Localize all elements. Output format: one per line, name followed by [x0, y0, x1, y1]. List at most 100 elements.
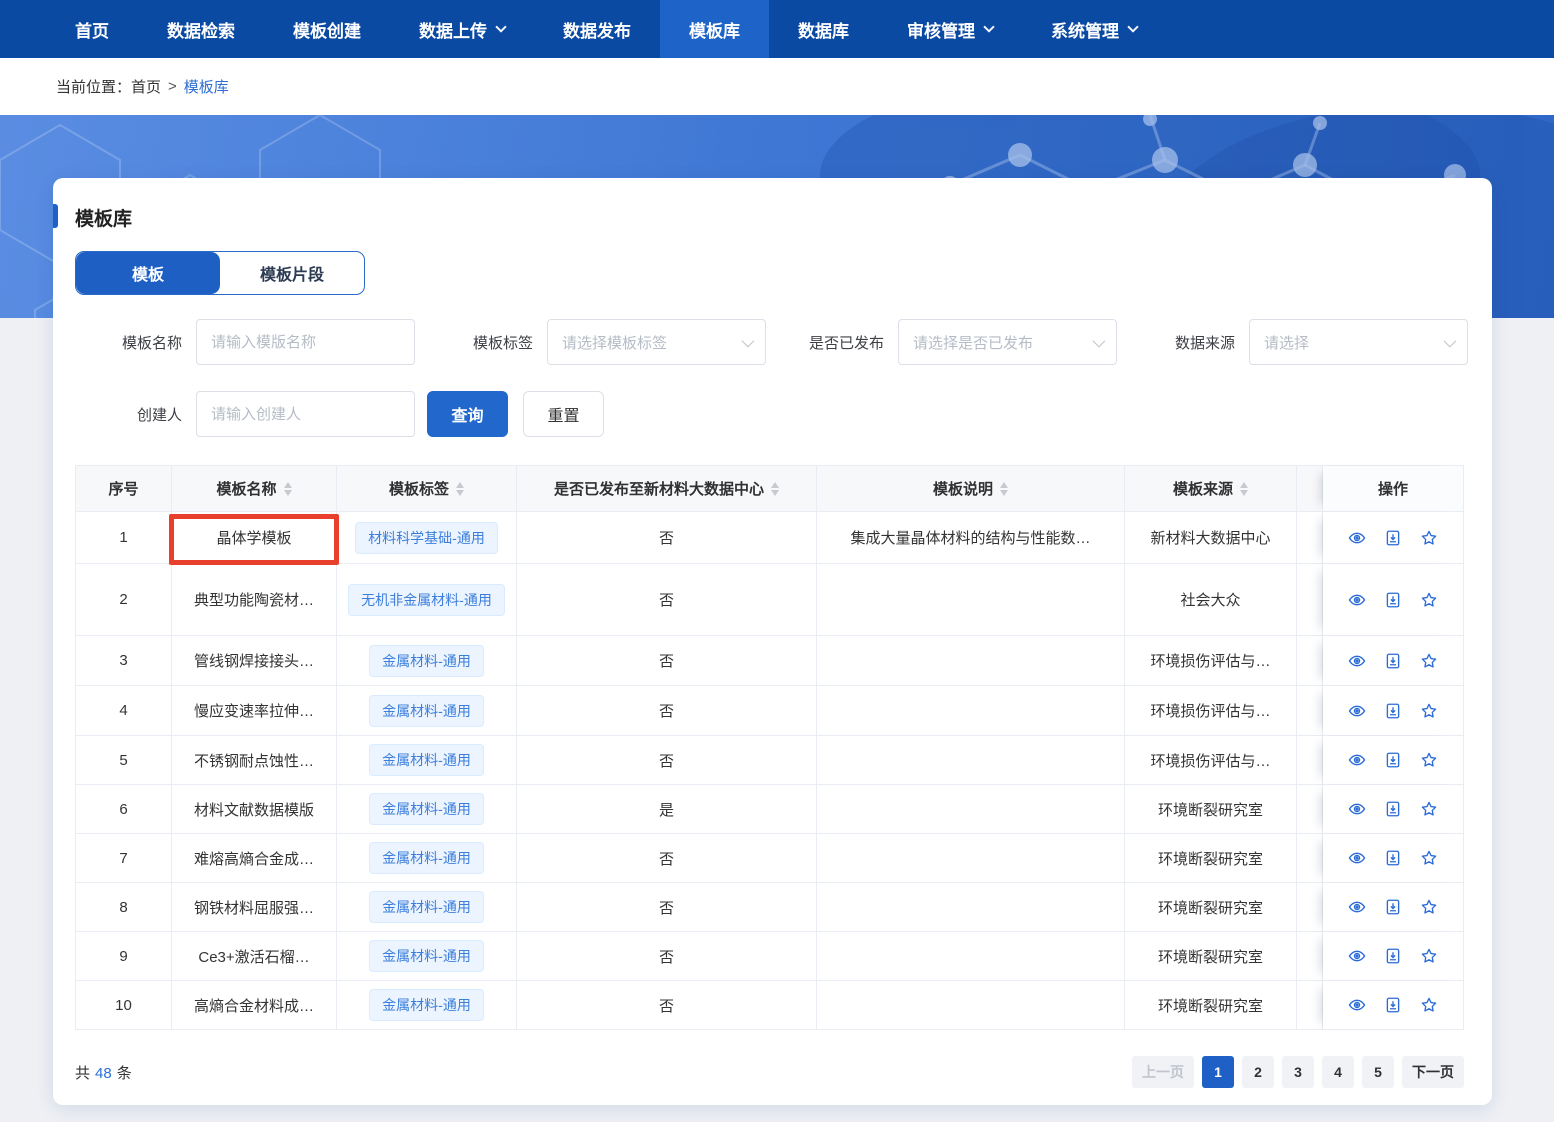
download-action-button[interactable]	[1384, 652, 1402, 670]
nav-item-数据发布[interactable]: 数据发布	[534, 0, 660, 58]
eye-icon	[1348, 591, 1366, 609]
column-header-模板标签[interactable]: 模板标签	[337, 466, 517, 512]
sort-carets-icon	[456, 482, 464, 496]
nav-item-审核管理[interactable]: 审核管理	[878, 0, 1022, 58]
cell-spacer	[1297, 512, 1323, 564]
download-action-button[interactable]	[1384, 529, 1402, 547]
data-source-select[interactable]: 请选择	[1249, 319, 1468, 365]
view-action-button[interactable]	[1348, 898, 1366, 916]
nav-item-系统管理[interactable]: 系统管理	[1022, 0, 1166, 58]
download-action-button[interactable]	[1384, 591, 1402, 609]
nav-item-数据检索[interactable]: 数据检索	[138, 0, 264, 58]
download-action-button[interactable]	[1384, 947, 1402, 965]
cell-template-name: 钢铁材料屈服强…	[172, 883, 337, 932]
cell-spacer	[1297, 564, 1323, 636]
favorite-action-button[interactable]	[1420, 529, 1438, 547]
cell-source: 环境损伤评估与…	[1125, 736, 1297, 785]
filter-row-1: 模板名称 模板标签 请选择模板标签 是否已发布 请选择是否已发布 数据来源 请选…	[75, 319, 1470, 365]
breadcrumb-current-link[interactable]: 模板库	[184, 76, 229, 97]
nav-item-数据库[interactable]: 数据库	[769, 0, 878, 58]
view-action-button[interactable]	[1348, 702, 1366, 720]
template-tag-badge: 金属材料-通用	[369, 695, 484, 727]
favorite-action-button[interactable]	[1420, 591, 1438, 609]
page-button-2[interactable]: 2	[1242, 1056, 1274, 1088]
cell-published: 否	[517, 932, 817, 981]
view-action-button[interactable]	[1348, 947, 1366, 965]
caret-up-icon	[456, 482, 464, 488]
download-icon	[1384, 529, 1402, 547]
cell-spacer	[1297, 932, 1323, 981]
download-action-button[interactable]	[1384, 751, 1402, 769]
page-button-1[interactable]: 1	[1202, 1056, 1234, 1088]
download-icon	[1384, 591, 1402, 609]
cell-index: 2	[76, 564, 172, 636]
favorite-action-button[interactable]	[1420, 898, 1438, 916]
view-action-button[interactable]	[1348, 996, 1366, 1014]
favorite-action-button[interactable]	[1420, 702, 1438, 720]
creator-input[interactable]	[196, 391, 415, 437]
column-header-模板来源[interactable]: 模板来源	[1125, 466, 1297, 512]
next-page-button[interactable]: 下一页	[1402, 1056, 1464, 1088]
reset-button[interactable]: 重置	[523, 391, 604, 437]
favorite-action-button[interactable]	[1420, 996, 1438, 1014]
star-icon	[1420, 702, 1438, 720]
template-name-text: 钢铁材料屈服强…	[194, 897, 314, 918]
nav-item-首页[interactable]: 首页	[46, 0, 138, 58]
cell-published: 是	[517, 785, 817, 834]
cell-description	[817, 564, 1125, 636]
cell-spacer	[1297, 883, 1323, 932]
download-action-button[interactable]	[1384, 800, 1402, 818]
search-button[interactable]: 查询	[427, 391, 508, 437]
download-action-button[interactable]	[1384, 996, 1402, 1014]
view-action-button[interactable]	[1348, 849, 1366, 867]
column-header-是否已发布至新材料大数据中心[interactable]: 是否已发布至新材料大数据中心	[517, 466, 817, 512]
nav-item-数据上传[interactable]: 数据上传	[390, 0, 534, 58]
nav-item-模板库[interactable]: 模板库	[660, 0, 769, 58]
column-header-label: 模板说明	[933, 478, 993, 499]
cell-published: 否	[517, 981, 817, 1030]
page-button-5[interactable]: 5	[1362, 1056, 1394, 1088]
filter-row-2: 创建人 查询 重置	[75, 391, 1470, 437]
nav-item-label: 模板库	[689, 17, 740, 42]
favorite-action-button[interactable]	[1420, 849, 1438, 867]
page-button-3[interactable]: 3	[1282, 1056, 1314, 1088]
eye-icon	[1348, 751, 1366, 769]
view-action-button[interactable]	[1348, 529, 1366, 547]
view-action-button[interactable]	[1348, 652, 1366, 670]
title-accent-bar	[53, 204, 58, 228]
template-tag-badge: 金属材料-通用	[369, 940, 484, 972]
view-action-button[interactable]	[1348, 591, 1366, 609]
source-text: 环境断裂研究室	[1158, 995, 1263, 1016]
cell-description	[817, 636, 1125, 686]
cell-actions	[1323, 834, 1463, 883]
breadcrumb-home-link[interactable]: 首页	[131, 76, 161, 97]
column-header-label: 模板来源	[1173, 478, 1233, 499]
column-header-模板说明[interactable]: 模板说明	[817, 466, 1125, 512]
star-icon	[1420, 947, 1438, 965]
caret-down-icon	[456, 490, 464, 496]
published-select[interactable]: 请选择是否已发布	[898, 319, 1117, 365]
template-tag-badge: 金属材料-通用	[369, 891, 484, 923]
nav-item-模板创建[interactable]: 模板创建	[264, 0, 390, 58]
star-icon	[1420, 529, 1438, 547]
prev-page-button[interactable]: 上一页	[1132, 1056, 1194, 1088]
table-body: 1晶体学模板材料科学基础-通用否集成大量晶体材料的结构与性能数…新材料大数据中心…	[76, 512, 1463, 1030]
column-header-模板名称[interactable]: 模板名称	[172, 466, 337, 512]
tab-模板[interactable]: 模板	[76, 252, 220, 294]
view-action-button[interactable]	[1348, 800, 1366, 818]
favorite-action-button[interactable]	[1420, 800, 1438, 818]
favorite-action-button[interactable]	[1420, 751, 1438, 769]
template-tag-select[interactable]: 请选择模板标签	[547, 319, 766, 365]
view-action-button[interactable]	[1348, 751, 1366, 769]
caret-down-icon	[1000, 490, 1008, 496]
star-icon	[1420, 898, 1438, 916]
template-name-input[interactable]	[196, 319, 415, 365]
download-action-button[interactable]	[1384, 849, 1402, 867]
favorite-action-button[interactable]	[1420, 652, 1438, 670]
favorite-action-button[interactable]	[1420, 947, 1438, 965]
download-action-button[interactable]	[1384, 898, 1402, 916]
page-button-4[interactable]: 4	[1322, 1056, 1354, 1088]
tab-模板片段[interactable]: 模板片段	[220, 252, 364, 294]
cell-template-tag: 金属材料-通用	[337, 981, 517, 1030]
download-action-button[interactable]	[1384, 702, 1402, 720]
